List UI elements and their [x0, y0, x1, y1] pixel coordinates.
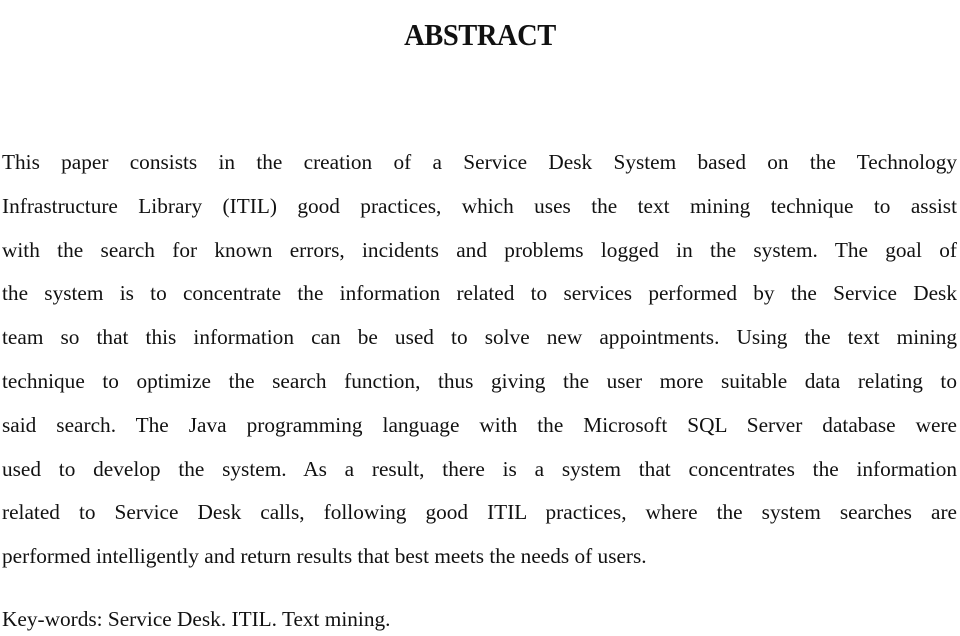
abstract-line: This paper consists in the creation of a… — [2, 150, 957, 174]
keywords-line: Key-words: Service Desk. ITIL. Text mini… — [2, 607, 391, 631]
abstract-line: said search. The Java programming langua… — [2, 412, 957, 437]
abstract-line: the system is to concentrate the informa… — [2, 281, 957, 306]
abstract-line: Infrastructure Library (ITIL) good pract… — [2, 193, 957, 218]
abstract-heading: ABSTRACT — [404, 16, 556, 52]
abstract-line: team so that this information can be use… — [2, 325, 957, 350]
abstract-line: performed intelligently and return resul… — [2, 544, 647, 569]
abstract-line: used to develop the system. As a result,… — [2, 456, 957, 481]
abstract-line: technique to optimize the search functio… — [2, 368, 957, 393]
abstract-paragraph: This paper consists in the creation of a… — [2, 141, 957, 579]
abstract-line: related to Service Desk calls, following… — [2, 500, 957, 525]
abstract-line: with the search for known errors, incide… — [2, 237, 957, 262]
